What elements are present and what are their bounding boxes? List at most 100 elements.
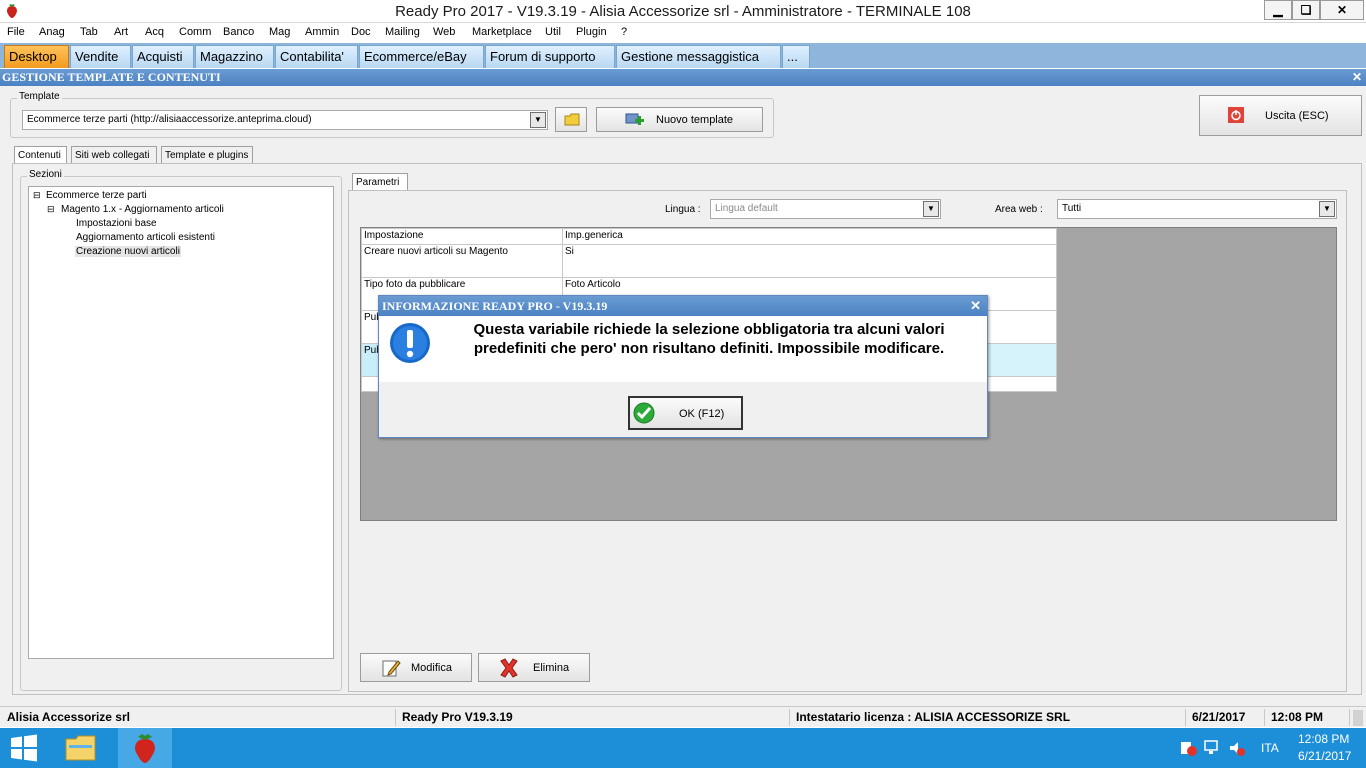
restore-button[interactable]: ❏ <box>1292 0 1320 20</box>
tab-magazzino[interactable]: Magazzino <box>195 45 274 68</box>
modify-label: Modifica <box>411 662 452 674</box>
chevron-down-icon[interactable]: ▼ <box>1319 201 1335 217</box>
status-version: Ready Pro V19.3.19 <box>399 709 790 726</box>
menu-util[interactable]: Util <box>545 26 561 38</box>
chevron-down-icon[interactable]: ▼ <box>923 201 939 217</box>
status-company: Alisia Accessorize srl <box>4 709 396 726</box>
volume-muted-icon[interactable] <box>1228 739 1246 757</box>
tree-node-aggiornamento[interactable]: Aggiornamento articoli esistenti <box>76 232 215 243</box>
table-row[interactable]: Creare nuovi articoli su Magento Si <box>361 244 1057 278</box>
menu-comm[interactable]: Comm <box>179 26 211 38</box>
table-cell: Creare nuovi articoli su Magento <box>361 244 563 278</box>
lingua-value: Lingua default <box>715 203 778 214</box>
menu-tab[interactable]: Tab <box>80 26 98 38</box>
menu-ammin[interactable]: Ammin <box>305 26 339 38</box>
tab-ecommerce[interactable]: Ecommerce/eBay <box>359 45 484 68</box>
taskbar-app-active[interactable] <box>118 728 172 768</box>
exit-label: Uscita (ESC) <box>1265 110 1329 122</box>
open-folder-button[interactable] <box>555 107 587 132</box>
tab-acquisti[interactable]: Acquisti <box>132 45 194 68</box>
section-title: GESTIONE TEMPLATE E CONTENUTI <box>2 70 221 84</box>
tab-contenuti[interactable]: Contenuti <box>14 146 67 164</box>
edit-icon <box>382 660 401 677</box>
tab-forum[interactable]: Forum di supporto <box>485 45 615 68</box>
sections-label: Sezioni <box>27 169 64 180</box>
ok-button[interactable]: OK (F12) <box>628 396 743 430</box>
chevron-down-icon[interactable]: ▼ <box>530 112 546 128</box>
tab-parametri[interactable]: Parametri <box>352 173 408 191</box>
menu-mag[interactable]: Mag <box>269 26 290 38</box>
column-header: Imp.generica <box>562 228 1057 245</box>
menu-file[interactable]: File <box>7 26 25 38</box>
dialog-title: INFORMAZIONE READY PRO - V19.3.19 <box>382 299 608 313</box>
dialog-message-line: predefiniti che pero' non risultano defi… <box>473 340 945 357</box>
dialog-message: Questa variabile richiede la selezione o… <box>449 320 969 358</box>
dialog-body: Questa variabile richiede la selezione o… <box>379 316 987 382</box>
menu-art[interactable]: Art <box>114 26 128 38</box>
tree-node-impostazioni-base[interactable]: Impostazioni base <box>76 218 157 229</box>
table-header-row: Impostazione Imp.generica <box>361 228 1057 245</box>
file-explorer-icon[interactable] <box>64 733 98 763</box>
resize-grip-icon[interactable] <box>1353 710 1363 726</box>
menu-bar: File Anag Tab Art Acq Comm Banco Mag Amm… <box>0 24 1366 42</box>
tree-node-creazione[interactable]: Creazione nuovi articoli <box>75 246 181 257</box>
delete-button[interactable]: Elimina <box>478 653 590 682</box>
area-web-value: Tutti <box>1062 203 1082 214</box>
exit-button[interactable]: Uscita (ESC) <box>1199 95 1362 136</box>
dialog-close-icon[interactable]: ✕ <box>970 296 981 316</box>
section-close-icon[interactable]: ✕ <box>1352 69 1362 86</box>
menu-banco[interactable]: Banco <box>223 26 254 38</box>
tab-template-plugins[interactable]: Template e plugins <box>161 146 253 164</box>
folder-icon <box>564 113 580 126</box>
modify-button[interactable]: Modifica <box>360 653 472 682</box>
menu-acq[interactable]: Acq <box>145 26 164 38</box>
close-window-button[interactable]: ✕ <box>1320 0 1364 20</box>
exclamation-icon <box>390 323 430 363</box>
menu-marketplace[interactable]: Marketplace <box>472 26 532 38</box>
tab-contabilita[interactable]: Contabilita' <box>275 45 358 68</box>
delete-label: Elimina <box>533 662 570 674</box>
windows-start-icon[interactable] <box>9 733 39 763</box>
tree-node-magento[interactable]: Magento 1.x - Aggiornamento articoli <box>61 204 224 215</box>
tab-vendite[interactable]: Vendite <box>70 45 131 68</box>
check-icon <box>633 402 655 424</box>
area-web-select[interactable]: Tutti ▼ <box>1057 199 1337 219</box>
network-icon[interactable] <box>1204 739 1222 757</box>
menu-web[interactable]: Web <box>433 26 455 38</box>
security-warning-icon[interactable] <box>1180 739 1198 757</box>
status-date: 6/21/2017 <box>1189 709 1265 726</box>
new-template-button[interactable]: Nuovo template <box>596 107 763 132</box>
window-title: Ready Pro 2017 - V19.3.19 - Alisia Acces… <box>395 3 971 20</box>
tab-desktop[interactable]: Desktop <box>4 45 69 68</box>
tree-node-ecommerce[interactable]: Ecommerce terze parti <box>46 190 147 201</box>
tab-more[interactable]: ... <box>782 45 810 68</box>
template-label: Template <box>17 91 62 102</box>
menu-doc[interactable]: Doc <box>351 26 371 38</box>
tree-expander-icon[interactable]: ⊟ <box>47 204 55 215</box>
template-value: Ecommerce terze parti (http://alisiaacce… <box>27 114 312 125</box>
clock-date[interactable]: 6/21/2017 <box>1298 749 1351 763</box>
tab-siti-web[interactable]: Siti web collegati <box>71 146 157 164</box>
menu-mailing[interactable]: Mailing <box>385 26 420 38</box>
menu-anag[interactable]: Anag <box>39 26 65 38</box>
menu-plugin[interactable]: Plugin <box>576 26 607 38</box>
template-select[interactable]: Ecommerce terze parti (http://alisiaacce… <box>22 110 548 130</box>
new-template-label: Nuovo template <box>656 114 734 126</box>
clock-time[interactable]: 12:08 PM <box>1298 732 1349 746</box>
area-web-label: Area web : <box>995 204 1043 215</box>
ok-label: OK (F12) <box>679 408 725 420</box>
info-dialog: INFORMAZIONE READY PRO - V19.3.19 ✕ Ques… <box>378 295 988 438</box>
language-indicator[interactable]: ITA <box>1261 741 1279 755</box>
tab-messaggistica[interactable]: Gestione messaggistica <box>616 45 781 68</box>
power-icon <box>1228 107 1244 123</box>
sections-tree: ⊟ Ecommerce terze parti ⊟ Magento 1.x - … <box>28 186 334 659</box>
dialog-title-bar: INFORMAZIONE READY PRO - V19.3.19 ✕ <box>379 296 987 316</box>
minimize-button[interactable]: ▁ <box>1264 0 1292 20</box>
status-bar: Alisia Accessorize srl Ready Pro V19.3.1… <box>0 706 1366 727</box>
title-bar: Ready Pro 2017 - V19.3.19 - Alisia Acces… <box>0 0 1366 23</box>
strawberry-icon <box>135 734 155 763</box>
lingua-select[interactable]: Lingua default ▼ <box>710 199 941 219</box>
taskbar: ITA 12:08 PM 6/21/2017 <box>0 728 1366 768</box>
menu-help[interactable]: ? <box>621 26 627 38</box>
tree-expander-icon[interactable]: ⊟ <box>33 190 41 201</box>
